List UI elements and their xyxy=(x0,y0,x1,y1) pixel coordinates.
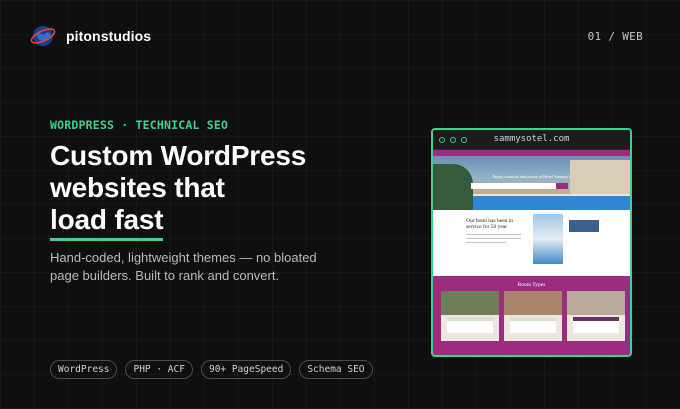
highlighted-phrase: load fast xyxy=(50,204,164,241)
hero-search-bar xyxy=(471,183,568,189)
about-image xyxy=(533,214,563,264)
globe-logo-icon xyxy=(30,26,56,46)
tag-list: WordPress PHP · ACF 90+ PageSpeed Schema… xyxy=(50,360,373,379)
hero-caption: Enjoy comfort and peace at Hotel Sammy's xyxy=(492,174,571,179)
tag-pagespeed: 90+ PageSpeed xyxy=(200,360,292,379)
about-text-line xyxy=(466,238,521,239)
about-thumbnail xyxy=(569,220,599,232)
room-wall xyxy=(504,291,562,315)
rooms-title: Room Types xyxy=(517,282,546,288)
headline-line-3: load fast xyxy=(50,204,306,241)
website-preview: sammysotel.com Enjoy comfort and peace a… xyxy=(431,128,632,357)
tag-wordpress: WordPress xyxy=(50,360,118,379)
room-card xyxy=(567,291,625,341)
browser-url: sammysotel.com xyxy=(493,134,570,144)
room-wall xyxy=(567,291,625,315)
site-screenshot: Enjoy comfort and peace at Hotel Sammy's… xyxy=(433,150,630,355)
description-text: Hand-coded, lightweight themes — no bloa… xyxy=(50,249,350,285)
site-rooms-section: Room Types xyxy=(433,276,630,355)
hero-trees xyxy=(433,164,473,210)
about-text-line xyxy=(466,234,521,235)
room-card xyxy=(441,291,499,341)
page-counter: 01 / WEB xyxy=(587,30,643,43)
room-bed xyxy=(510,317,556,333)
tag-schema-seo: Schema SEO xyxy=(299,360,373,379)
tag-php-acf: PHP · ACF xyxy=(125,360,193,379)
room-wall xyxy=(441,291,499,315)
room-bed xyxy=(573,317,619,333)
room-card xyxy=(504,291,562,341)
description-line-1: Hand-coded, lightweight themes — no bloa… xyxy=(50,250,317,265)
page-headline: Custom WordPress websites that load fast xyxy=(50,140,307,241)
highlighted-phrase-text: load fast xyxy=(50,204,164,235)
about-title: Our hotel has been in service for 50 yea… xyxy=(466,218,514,230)
hero-search-button xyxy=(556,183,568,189)
headline-line-2: websites that xyxy=(50,172,225,203)
about-text-line xyxy=(466,242,506,243)
site-about-section: Our hotel has been in service for 50 yea… xyxy=(433,210,630,276)
room-bed xyxy=(447,317,493,333)
site-hero-image: Enjoy comfort and peace at Hotel Sammy's xyxy=(433,156,630,210)
browser-titlebar: sammysotel.com xyxy=(433,130,630,150)
accent-underline xyxy=(50,238,164,241)
brand-name: pitonstudios xyxy=(66,28,152,44)
description-line-2: page builders. Built to rank and convert… xyxy=(50,268,280,283)
hero-pool xyxy=(473,194,630,210)
headline-line-1: Custom WordPress xyxy=(50,140,307,171)
brand-logo[interactable]: pitonstudios xyxy=(30,23,151,49)
eyebrow-label: WORDPRESS · TECHNICAL SEO xyxy=(50,118,229,132)
